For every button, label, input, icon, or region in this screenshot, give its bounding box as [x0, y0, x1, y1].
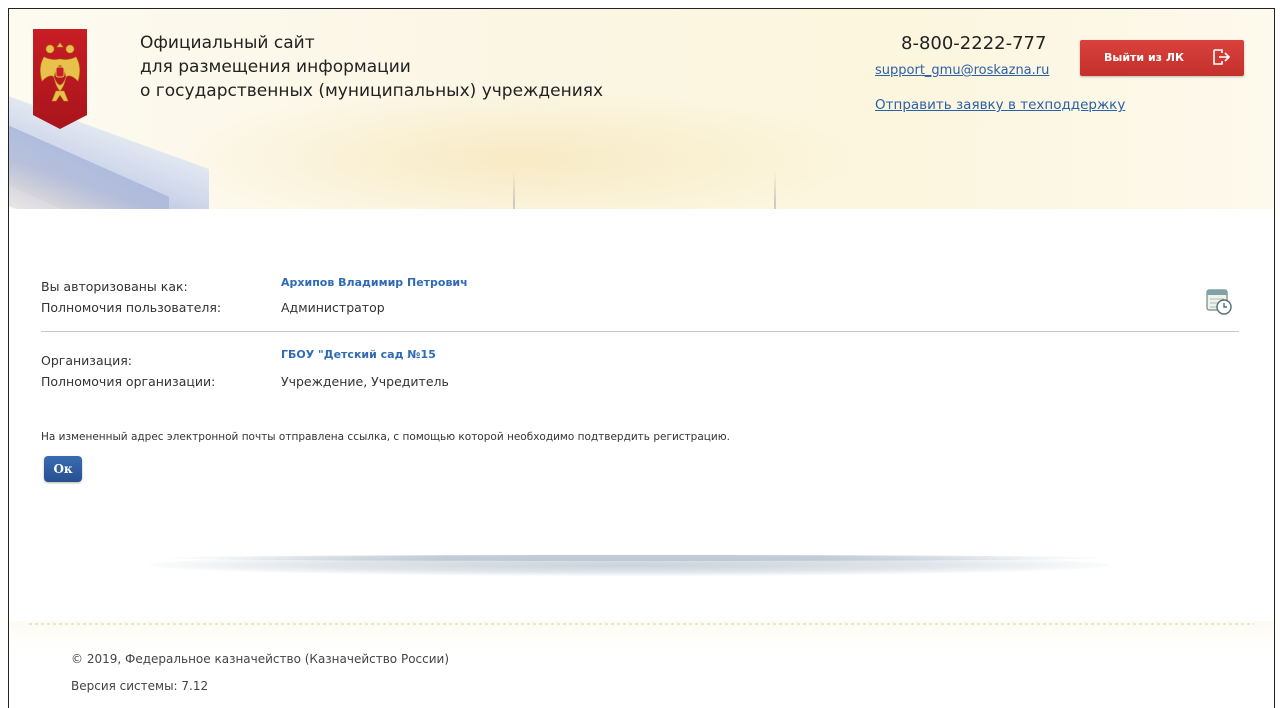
site-title-line-3: о государственных (муниципальных) учрежд… — [140, 81, 604, 101]
organization-permissions-value: Учреждение, Учредитель — [281, 374, 449, 389]
user-permissions-label: Полномочия пользователя: — [41, 300, 222, 315]
header-divider-right — [774, 171, 776, 209]
site-header: Официальный сайт для размещения информац… — [9, 9, 1274, 209]
confirmation-message: На измененный адрес электронной почты от… — [41, 431, 730, 443]
info-divider — [41, 331, 1239, 332]
auth-user-name[interactable]: Архипов Владимир Петрович — [281, 276, 468, 289]
header-divider-left — [513, 171, 515, 209]
organization-name[interactable]: ГБОУ "Детский сад №15 — [281, 348, 436, 361]
system-version: Версия системы: 7.12 — [71, 679, 209, 693]
footer-dotted-divider — [29, 623, 1254, 625]
coat-of-arms-icon — [33, 29, 87, 129]
organization-permissions-label: Полномочия организации: — [41, 374, 216, 389]
site-title-line-1: Официальный сайт — [140, 33, 315, 53]
organization-label: Организация: — [41, 353, 132, 368]
user-permissions-value: Администратор — [281, 300, 385, 315]
logout-button[interactable]: Выйти из ЛК — [1080, 40, 1244, 76]
auth-user-label: Вы авторизованы как: — [41, 279, 188, 294]
decorative-shadow-line — [159, 555, 1109, 561]
logout-arrow-icon — [1212, 48, 1232, 70]
logout-button-label: Выйти из ЛК — [1104, 51, 1185, 64]
header-glow — [169, 89, 869, 209]
calendar-clock-icon[interactable] — [1205, 287, 1233, 321]
ok-button[interactable]: Ок — [44, 456, 82, 482]
site-title: Официальный сайт для размещения информац… — [140, 31, 603, 103]
page-frame: Официальный сайт для размещения информац… — [8, 8, 1275, 708]
site-title-line-2: для размещения информации — [140, 57, 411, 77]
copyright-text: © 2019, Федеральное казначейство (Казнач… — [71, 652, 450, 666]
support-ticket-link[interactable]: Отправить заявку в техподдержку — [875, 95, 1125, 115]
